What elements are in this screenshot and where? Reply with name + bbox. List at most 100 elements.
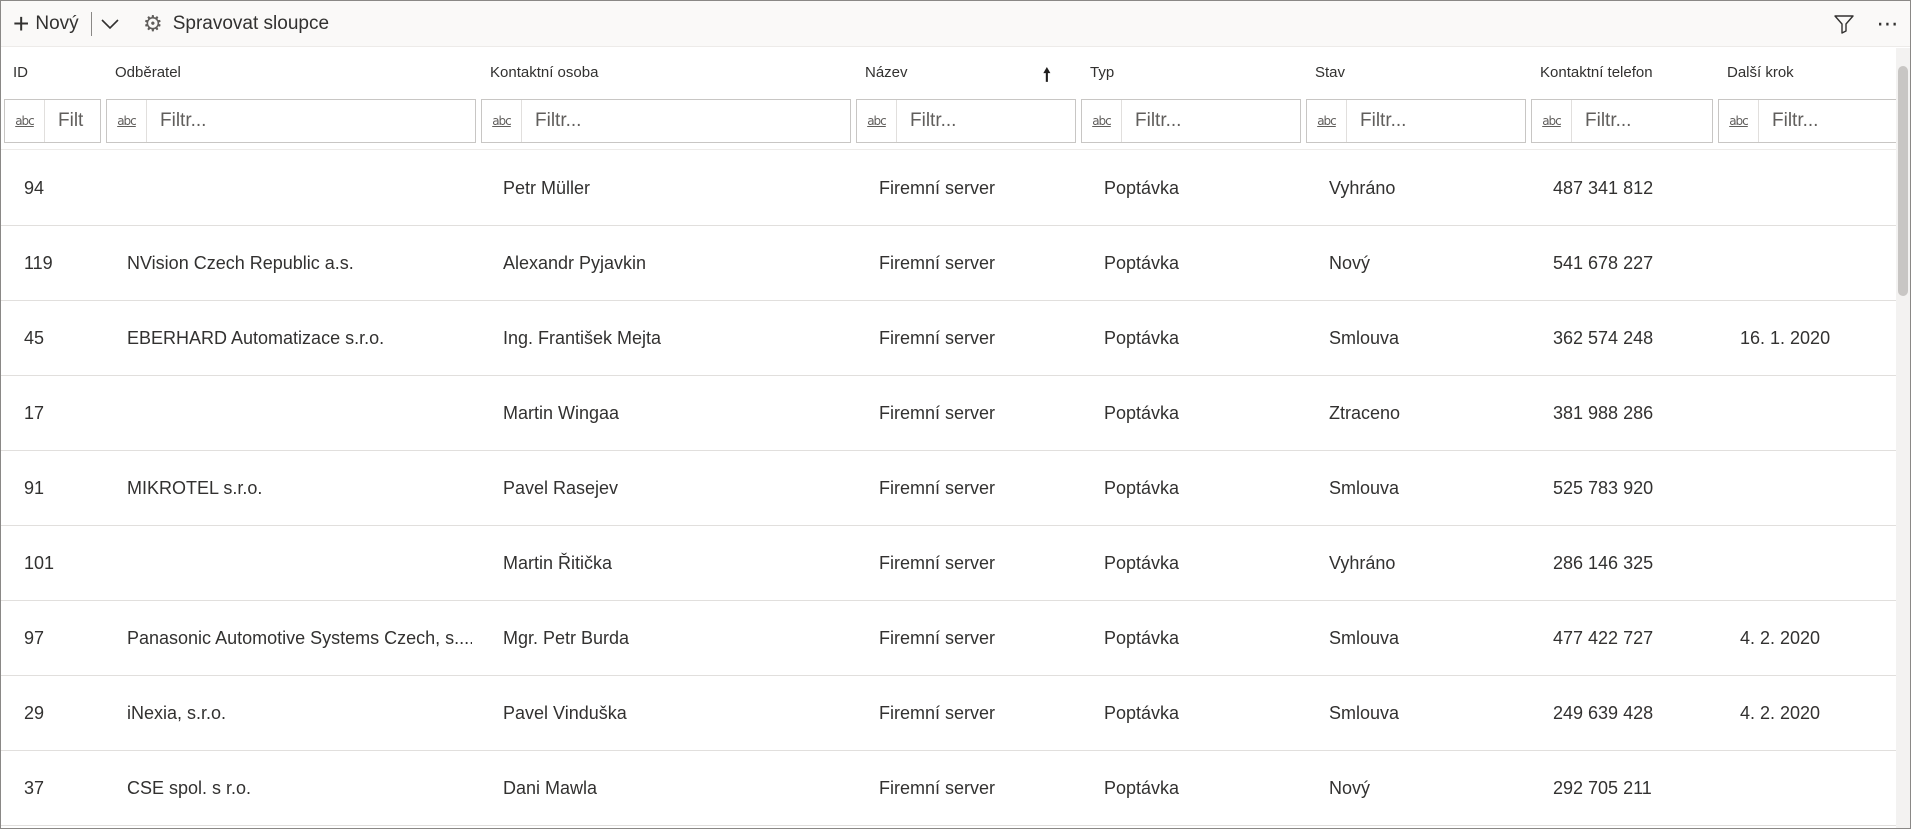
filter-phone: abc xyxy=(1531,99,1713,143)
new-button[interactable]: + Nový xyxy=(13,1,79,47)
cell-customer: NVision Czech Republic a.s. xyxy=(127,253,354,273)
column-header-name[interactable]: Název xyxy=(865,48,1065,96)
table-row[interactable]: 97 Panasonic Automotive Systems Czech, s.… xyxy=(1,601,1896,676)
filter-icon xyxy=(1834,15,1854,34)
cell-phone: 249 639 428 xyxy=(1553,703,1654,723)
toolbar-divider xyxy=(91,12,92,36)
table-row[interactable]: 119 NVision Czech Republic a.s. Alexandr P… xyxy=(1,226,1896,301)
text-filter-icon[interactable]: abc xyxy=(857,100,897,142)
cell-name: Firemní server xyxy=(879,553,996,573)
cell-contact: Ing. František Mejta xyxy=(503,328,662,348)
cell-id: 101 xyxy=(24,553,55,573)
cell-contact: Martin Řitička xyxy=(503,553,613,573)
cell-id: 37 xyxy=(24,778,45,798)
cell-name: Firemní server xyxy=(879,178,996,198)
table-row[interactable]: 37 CSE spol. s r.o. Dani Mawla Firemní serv… xyxy=(1,751,1896,826)
plus-icon: + xyxy=(13,8,30,39)
filter-input-id[interactable] xyxy=(45,101,100,141)
cell-status: Nový xyxy=(1329,253,1371,273)
gear-icon: ⚙ xyxy=(143,11,163,36)
column-header-status[interactable]: Stav xyxy=(1315,48,1515,96)
column-header-label: Stav xyxy=(1315,63,1346,81)
cell-next-step xyxy=(1740,751,1890,826)
sort-ascending-icon[interactable]: 🠕 xyxy=(1043,63,1051,93)
column-header-label: Odběratel xyxy=(115,63,181,81)
table-row[interactable]: 91 MIKROTEL s.r.o. Pavel Rasejev Firemní se… xyxy=(1,451,1896,526)
column-header-next-step[interactable]: Další krok xyxy=(1727,48,1887,96)
filter-next-step: abc xyxy=(1718,99,1896,143)
text-filter-icon[interactable]: abc xyxy=(5,100,45,142)
filter-input-type[interactable] xyxy=(1122,101,1300,141)
cell-name: Firemní server xyxy=(879,778,996,798)
table-row[interactable]: 94 Petr Müller Firemní server Poptávka Vyhrá… xyxy=(1,151,1896,226)
filter-button[interactable] xyxy=(1832,1,1856,47)
cell-next-step: 4. 2. 2020 xyxy=(1740,628,1821,648)
table-row[interactable]: 29 iNexia, s.r.o. Pavel Vinduška Firemní se… xyxy=(1,676,1896,751)
cell-type: Poptávka xyxy=(1104,403,1180,423)
table-row[interactable]: 101 Martin Řitička Firemní server Poptávka V… xyxy=(1,526,1896,601)
cell-type: Poptávka xyxy=(1104,478,1180,498)
cell-next-step: 16. 1. 2020 xyxy=(1740,328,1831,348)
cell-customer xyxy=(127,526,472,601)
column-header-label: Další krok xyxy=(1727,63,1794,81)
cell-customer: Panasonic Automotive Systems Czech, s...… xyxy=(127,628,472,648)
cell-type: Poptávka xyxy=(1104,178,1180,198)
filter-input-name[interactable] xyxy=(897,101,1075,141)
column-header-phone[interactable]: Kontaktní telefon xyxy=(1540,48,1710,96)
column-header-id[interactable]: ID xyxy=(13,48,93,96)
cell-contact: Mgr. Petr Burda xyxy=(503,628,630,648)
filter-input-contact[interactable] xyxy=(522,101,850,141)
new-dropdown-button[interactable] xyxy=(99,1,121,47)
cell-next-step xyxy=(1740,526,1890,601)
cell-status: Smlouva xyxy=(1329,328,1400,348)
filter-input-phone[interactable] xyxy=(1572,101,1712,141)
more-icon: ⋯ xyxy=(1876,11,1900,36)
text-filter-icon[interactable]: abc xyxy=(1307,100,1347,142)
filter-input-customer[interactable] xyxy=(147,101,475,141)
cell-customer: CSE spol. s r.o. xyxy=(127,778,252,798)
text-filter-icon[interactable]: abc xyxy=(1719,100,1759,142)
column-header-customer[interactable]: Odběratel xyxy=(115,48,475,96)
cell-status: Ztraceno xyxy=(1329,403,1401,423)
cell-status: Smlouva xyxy=(1329,628,1400,648)
table-row[interactable]: 17 Martin Wingaa Firemní server Poptávka Ztr… xyxy=(1,376,1896,451)
text-filter-icon[interactable]: abc xyxy=(107,100,147,142)
cell-phone: 286 146 325 xyxy=(1553,553,1654,573)
filter-name: abc xyxy=(856,99,1076,143)
cell-phone: 525 783 920 xyxy=(1553,478,1654,498)
cell-type: Poptávka xyxy=(1104,253,1180,273)
column-header-type[interactable]: Typ xyxy=(1090,48,1290,96)
cell-phone: 362 574 248 xyxy=(1553,328,1654,348)
cell-type: Poptávka xyxy=(1104,628,1180,648)
more-button[interactable]: ⋯ xyxy=(1874,1,1902,47)
filter-contact: abc xyxy=(481,99,851,143)
cell-customer xyxy=(127,151,472,226)
text-filter-icon[interactable]: abc xyxy=(482,100,522,142)
text-filter-icon[interactable]: abc xyxy=(1082,100,1122,142)
cell-phone: 487 341 812 xyxy=(1553,178,1654,198)
vertical-scrollbar[interactable] xyxy=(1896,48,1910,828)
cell-next-step xyxy=(1740,376,1890,451)
cell-customer: iNexia, s.r.o. xyxy=(127,703,227,723)
cell-next-step: 4. 2. 2020 xyxy=(1740,703,1821,723)
table-row[interactable]: 45 EBERHARD Automatizace s.r.o. Ing. Frant… xyxy=(1,301,1896,376)
cell-name: Firemní server xyxy=(879,328,996,348)
column-header-label: ID xyxy=(13,63,28,81)
cell-status: Vyhráno xyxy=(1329,178,1396,198)
manage-columns-button[interactable]: ⚙ Spravovat sloupce xyxy=(143,1,329,47)
column-header-contact[interactable]: Kontaktní osoba xyxy=(490,48,850,96)
cell-type: Poptávka xyxy=(1104,703,1180,723)
scrollbar-thumb[interactable] xyxy=(1898,66,1908,296)
cell-status: Nový xyxy=(1329,778,1371,798)
app-window: + Nový ⚙ Spravovat sloupce ⋯ ID Odběrate… xyxy=(0,0,1911,829)
column-header-label: Kontaktní telefon xyxy=(1540,63,1653,81)
column-header-row: ID Odběratel Kontaktní osoba Název Typ S… xyxy=(1,48,1896,96)
divider xyxy=(1,149,1896,150)
cell-status: Vyhráno xyxy=(1329,553,1396,573)
cell-customer xyxy=(127,376,472,451)
filter-input-next-step[interactable] xyxy=(1759,101,1896,141)
filter-input-status[interactable] xyxy=(1347,101,1525,141)
text-filter-icon[interactable]: abc xyxy=(1532,100,1572,142)
cell-phone: 541 678 227 xyxy=(1553,253,1654,273)
cell-contact: Martin Wingaa xyxy=(503,403,620,423)
